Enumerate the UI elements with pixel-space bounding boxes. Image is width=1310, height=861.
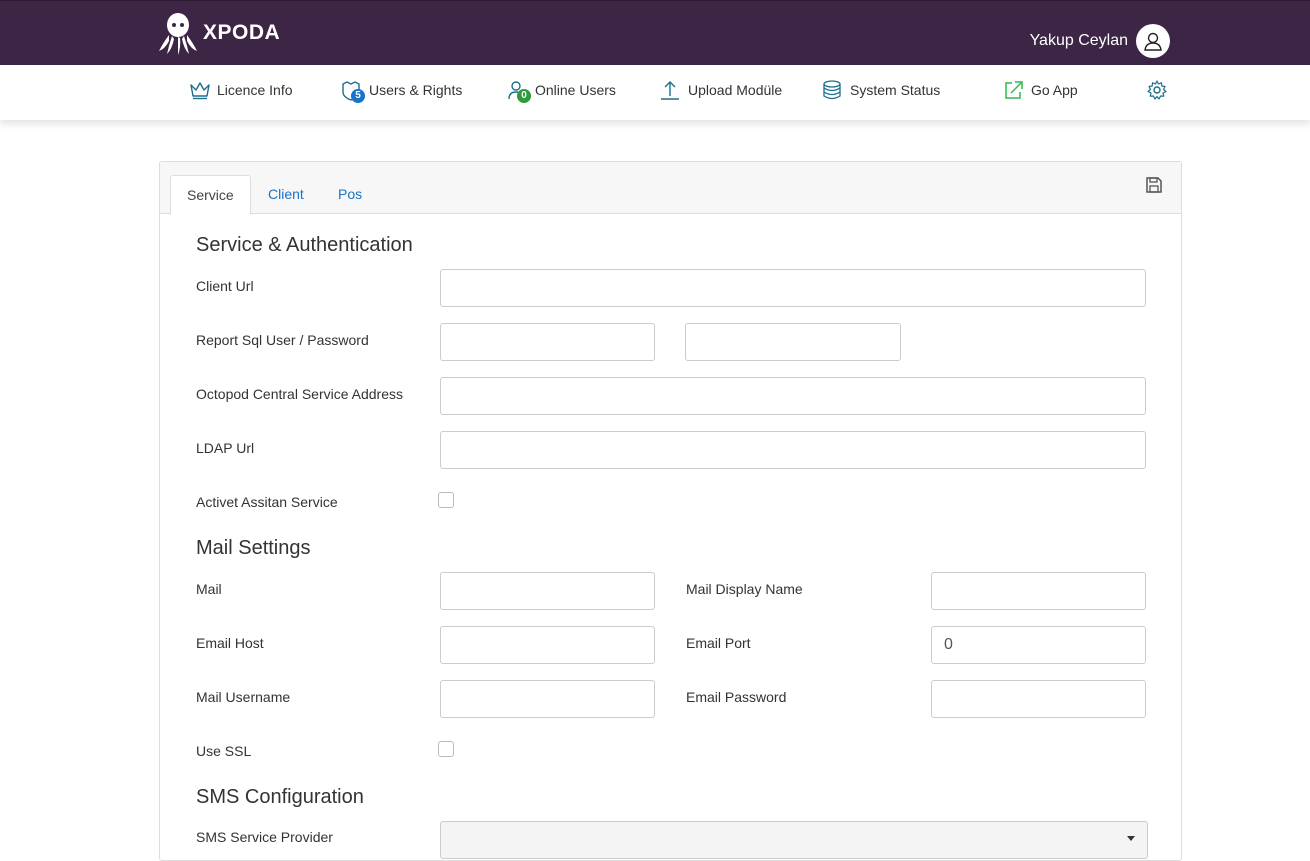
nav-label: Upload Modüle bbox=[688, 82, 783, 98]
brand-name: XPODA bbox=[203, 21, 281, 44]
external-link-icon bbox=[1003, 79, 1025, 101]
nav-label: Online Users bbox=[535, 82, 616, 98]
tab-client[interactable]: Client bbox=[252, 175, 320, 214]
report-sql-user-input[interactable] bbox=[440, 323, 655, 361]
label-email-port: Email Port bbox=[686, 635, 751, 651]
upload-icon bbox=[660, 79, 682, 101]
nav-label: Users & Rights bbox=[369, 82, 463, 98]
label-use-ssl: Use SSL bbox=[196, 743, 252, 759]
tab-service[interactable]: Service bbox=[170, 175, 251, 215]
client-url-input[interactable] bbox=[440, 269, 1146, 307]
settings-button[interactable] bbox=[1146, 77, 1174, 103]
shield-icon: 5 bbox=[341, 79, 365, 103]
section-title-service-auth: Service & Authentication bbox=[196, 234, 413, 256]
section-title-mail: Mail Settings bbox=[196, 537, 311, 559]
mail-display-name-input[interactable] bbox=[931, 572, 1146, 610]
mail-username-input[interactable] bbox=[440, 680, 655, 718]
assistant-service-checkbox[interactable] bbox=[438, 492, 454, 508]
report-sql-password-input[interactable] bbox=[685, 323, 901, 361]
label-mail-display-name: Mail Display Name bbox=[686, 581, 803, 597]
nav-label: System Status bbox=[850, 82, 941, 98]
label-assistant-service: Activet Assitan Service bbox=[196, 494, 338, 510]
top-header: XPODA Yakup Ceylan bbox=[0, 0, 1310, 65]
central-service-input[interactable] bbox=[440, 377, 1146, 415]
sms-provider-select[interactable] bbox=[440, 821, 1148, 859]
label-email-password: Email Password bbox=[686, 689, 787, 705]
email-port-input[interactable] bbox=[931, 626, 1146, 664]
chevron-down-icon bbox=[1127, 836, 1135, 841]
brand-logo[interactable]: XPODA bbox=[157, 11, 280, 55]
nav-licence-info[interactable]: Licence Info bbox=[189, 77, 293, 103]
user-name: Yakup Ceylan bbox=[1029, 32, 1128, 49]
online-user-icon: 0 bbox=[507, 79, 531, 103]
label-sms-provider: SMS Service Provider bbox=[196, 829, 333, 845]
nav-users-rights[interactable]: 5 Users & Rights bbox=[341, 77, 462, 103]
user-icon bbox=[1144, 32, 1162, 51]
users-rights-badge: 5 bbox=[351, 89, 365, 103]
settings-panel: Service Client Pos Service & Authenticat… bbox=[159, 161, 1182, 861]
nav-system-status[interactable]: System Status bbox=[822, 77, 940, 103]
octopus-logo-icon bbox=[159, 13, 197, 55]
avatar[interactable] bbox=[1136, 24, 1170, 58]
nav-online-users[interactable]: 0 Online Users bbox=[507, 77, 616, 103]
database-icon bbox=[822, 79, 844, 101]
nav-label: Licence Info bbox=[217, 82, 293, 98]
tab-bar: Service Client Pos bbox=[160, 162, 1181, 215]
crown-icon bbox=[189, 79, 211, 101]
label-report-sql: Report Sql User / Password bbox=[196, 332, 369, 348]
main-nav: Licence Info 5 Users & Rights 0 Online U… bbox=[0, 65, 1310, 120]
nav-upload-module[interactable]: Upload Modüle bbox=[660, 77, 782, 103]
label-mail-username: Mail Username bbox=[196, 689, 291, 705]
nav-label: Go App bbox=[1031, 82, 1078, 98]
user-menu[interactable]: Yakup Ceylan bbox=[1030, 24, 1170, 58]
email-password-input[interactable] bbox=[931, 680, 1146, 718]
ldap-url-input[interactable] bbox=[440, 431, 1146, 469]
label-email-host: Email Host bbox=[196, 635, 264, 651]
online-users-badge: 0 bbox=[517, 89, 531, 103]
gear-icon bbox=[1146, 79, 1168, 101]
email-host-input[interactable] bbox=[440, 626, 655, 664]
nav-go-app[interactable]: Go App bbox=[1003, 77, 1078, 103]
tab-pos[interactable]: Pos bbox=[322, 175, 378, 214]
label-central-service: Octopod Central Service Address bbox=[196, 386, 403, 402]
save-icon[interactable] bbox=[1145, 176, 1163, 199]
label-mail: Mail bbox=[196, 581, 222, 597]
label-ldap-url: LDAP Url bbox=[196, 440, 255, 456]
mail-input[interactable] bbox=[440, 572, 655, 610]
section-title-sms: SMS Configuration bbox=[196, 786, 364, 808]
label-client-url: Client Url bbox=[196, 278, 254, 294]
use-ssl-checkbox[interactable] bbox=[438, 741, 454, 757]
